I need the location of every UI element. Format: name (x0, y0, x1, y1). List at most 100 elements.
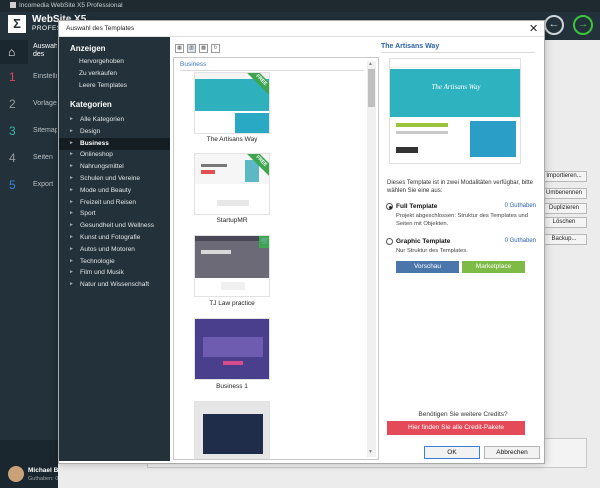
template-name[interactable]: Business 1 (174, 383, 290, 390)
step-export[interactable]: 5 Export (0, 174, 58, 200)
cart-icon: 🛒 (259, 236, 269, 248)
chevron-right-icon: ► (69, 222, 74, 229)
preview-title: The Artisans Way (381, 43, 440, 50)
step-number: 3 (9, 124, 16, 138)
chevron-right-icon: ► (69, 234, 74, 240)
category-item[interactable]: ► Natur und Wissenschaft (59, 279, 170, 291)
template-card-tjlaw[interactable]: 🛒 (194, 235, 270, 297)
option-title: Graphic Template (396, 238, 451, 245)
home-button[interactable]: ⌂ (0, 40, 28, 64)
card-box (235, 113, 269, 133)
category-item[interactable]: ► Mode und Beauty (59, 185, 170, 197)
category-label: Alle Kategorien (80, 116, 125, 123)
template-name[interactable]: TJ Law practice (174, 300, 290, 307)
option-credits: 0 Guthaben (504, 238, 536, 244)
template-list: Business ▲ ▼ FREE The Artisans Way FREE … (173, 57, 379, 460)
card-band (203, 337, 263, 357)
backup-button[interactable]: Backup... (541, 234, 587, 245)
category-item[interactable]: ► Design (59, 126, 170, 138)
category-item[interactable]: ► Technologie (59, 256, 170, 268)
divider (381, 52, 535, 53)
ok-button[interactable]: OK (424, 446, 480, 459)
template-name[interactable]: The Artisans Way (174, 136, 290, 143)
card-button (223, 361, 243, 365)
chevron-right-icon: ► (69, 210, 74, 217)
app-title-bar: Incomedia WebSite X5 Professional (0, 0, 600, 12)
credit-packages-button[interactable]: Hier finden Sie alle Credit-Pakete (387, 421, 525, 435)
scroll-thumb[interactable] (368, 69, 375, 107)
category-label: Natur und Wissenschaft (80, 281, 150, 289)
app-title: Incomedia WebSite X5 Professional (19, 2, 123, 9)
avatar (8, 466, 24, 482)
template-card-startup[interactable]: FREE (194, 153, 270, 215)
card-body (195, 113, 231, 133)
category-item[interactable]: ► Onlineshop (59, 149, 170, 161)
filter-empty[interactable]: Leere Templates (79, 82, 127, 89)
user-area[interactable]: Michael B. Guthaben: 0 (0, 440, 60, 488)
category-item[interactable]: ► Nahrungsmittel (59, 161, 170, 173)
chevron-right-icon: ► (69, 151, 74, 158)
rename-button[interactable]: Umbenennen (541, 188, 587, 199)
category-item[interactable]: ► Gesundheit und Wellness (59, 220, 170, 232)
category-label: Business (80, 139, 109, 147)
duplicate-button[interactable]: Duplizieren (541, 203, 587, 214)
step-number: 1 (9, 70, 16, 84)
dialog-title: Auswahl des Templates (66, 25, 135, 32)
import-button[interactable]: Importieren... (541, 171, 587, 182)
category-item[interactable]: ► Business (59, 137, 170, 150)
category-item[interactable]: ► Film und Musik (59, 267, 170, 279)
left-rail: ⌂ Auswahl des Projekts 1 Einstellungen 2 V… (0, 40, 60, 488)
scroll-down-icon[interactable]: ▼ (368, 449, 373, 455)
chevron-right-icon: ► (69, 139, 74, 146)
marketplace-button[interactable]: Marketplace (462, 261, 525, 273)
arrow-left-icon[interactable]: ← (544, 15, 564, 35)
list-view-icon[interactable]: ▥ (187, 44, 196, 53)
preview-button[interactable]: Vorschau (396, 261, 459, 273)
user-credits: Guthaben: 0 (28, 476, 59, 482)
category-item[interactable]: ► Alle Kategorien (59, 114, 170, 126)
chevron-right-icon: ► (69, 175, 74, 181)
step-pages[interactable]: 4 Seiten (0, 147, 58, 173)
category-item[interactable]: ► Freizeit und Reisen (59, 197, 170, 209)
template-card-5[interactable] (194, 401, 270, 459)
category-item[interactable]: ► Schulen und Vereine (59, 173, 170, 185)
section-label: Business (180, 61, 207, 68)
categories-heading: Kategorien (70, 100, 112, 109)
radio-full[interactable] (386, 203, 393, 210)
step-settings[interactable]: 1 Einstellungen (0, 66, 58, 92)
preview-image: The Artisans Way (389, 58, 521, 164)
arrow-right-icon[interactable]: → (573, 15, 593, 35)
step-number: 2 (9, 97, 16, 111)
cancel-button[interactable]: Abbrechen (484, 446, 540, 459)
template-name[interactable]: StartupMR (174, 217, 290, 224)
option-credits: 0 Guthaben (504, 203, 536, 209)
category-item[interactable]: ► Sport (59, 208, 170, 220)
delete-button[interactable]: Löschen (541, 217, 587, 228)
preview-hero (390, 69, 520, 117)
scroll-up-icon[interactable]: ▲ (368, 61, 373, 67)
option-desc: Projekt abgeschlossen: Struktur des Temp… (396, 213, 529, 227)
template-card-business1[interactable] (194, 318, 270, 380)
category-label: Nahrungsmittel (80, 163, 124, 171)
refresh-icon[interactable]: ↻ (211, 44, 220, 53)
color-view-icon[interactable]: ▩ (199, 44, 208, 53)
radio-graphic[interactable] (386, 238, 393, 245)
category-label: Film und Musik (80, 269, 124, 277)
dialog-title-bar: Auswahl des Templates ✕ (59, 21, 544, 37)
category-item[interactable]: ► Kunst und Fotografie (59, 232, 170, 244)
close-icon[interactable]: ✕ (529, 22, 538, 35)
card-icons (217, 200, 249, 206)
step-template[interactable]: 2 Vorlage (0, 93, 58, 119)
step-label: Export (33, 181, 54, 188)
grid-view-icon[interactable]: ▦ (175, 44, 184, 53)
step-sitemap[interactable]: 3 Sitemap (0, 120, 58, 146)
scrollbar[interactable]: ▲ ▼ (367, 61, 376, 457)
preview-box (470, 121, 516, 157)
template-card-artisans[interactable]: FREE (194, 72, 270, 134)
filter-for-sale[interactable]: Zu verkaufen (79, 70, 117, 77)
filter-featured[interactable]: Hervorgehoben (79, 58, 124, 65)
card-body (221, 282, 245, 290)
category-item[interactable]: ► Autos und Motoren (59, 244, 170, 256)
divider (180, 70, 364, 71)
template-dialog: Auswahl des Templates ✕ Anzeigen Hervorg… (58, 20, 545, 464)
